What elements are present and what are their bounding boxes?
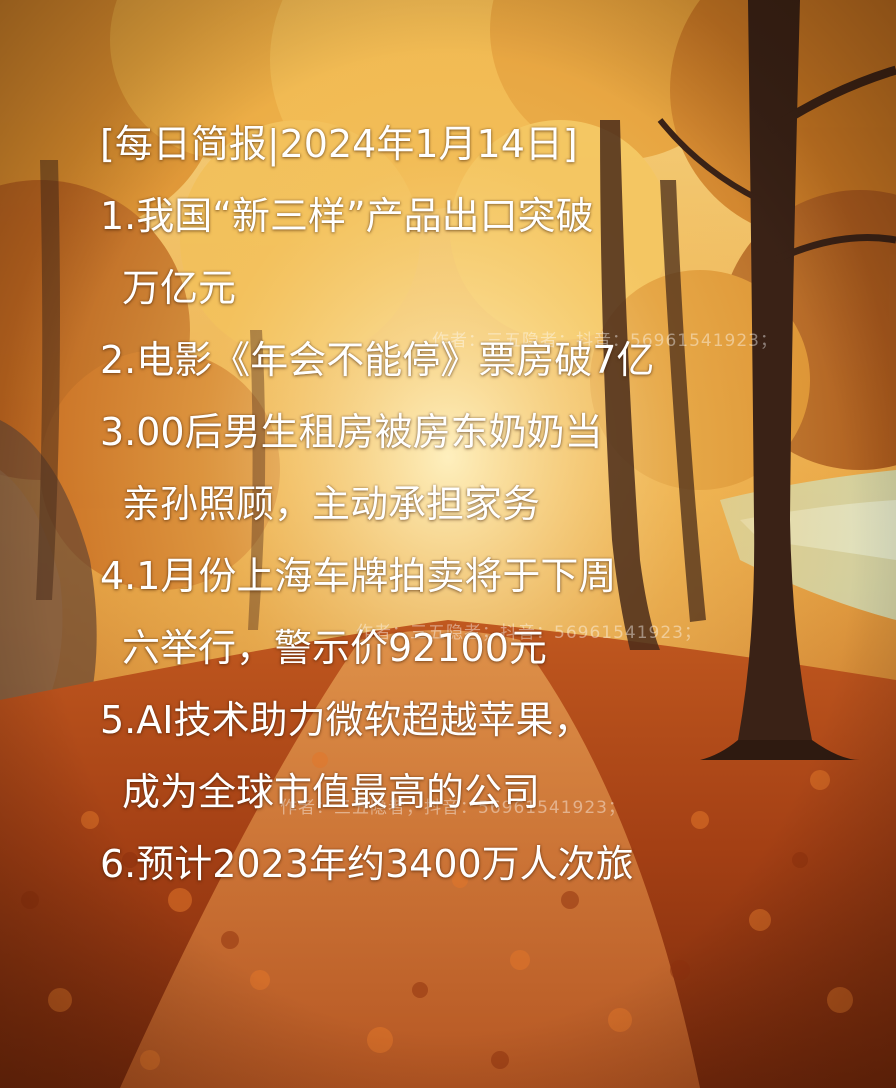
news-line: 亲孙照顾，主动承担家务 (122, 482, 541, 526)
news-line: 万亿元 (122, 266, 237, 310)
news-line: 1.我国“新三样”产品出口突破 (100, 194, 594, 238)
news-item: 1.我国“新三样”产品出口突破 万亿元 (100, 180, 860, 324)
news-line: 成为全球市值最高的公司 (122, 770, 541, 814)
news-line: 5.AI技术助力微软超越苹果， (100, 698, 592, 742)
news-item: 5.AI技术助力微软超越苹果， 成为全球市值最高的公司 (100, 684, 860, 828)
daily-briefing: [每日简报|2024年1月14日] 1.我国“新三样”产品出口突破 万亿元 2.… (100, 108, 860, 900)
news-line: 4.1月份上海车牌拍卖将于下周 (100, 554, 617, 598)
news-item: 2.电影《年会不能停》票房破7亿 (100, 324, 860, 396)
poster: 作者：三五隐者；抖音：56961541923； 作者：三五隐者；抖音：56961… (0, 0, 896, 1088)
news-item: 4.1月份上海车牌拍卖将于下周 六举行，警示价92100元 (100, 540, 860, 684)
briefing-title: [每日简报|2024年1月14日] (100, 122, 578, 166)
news-item: 6.预计2023年约3400万人次旅 (100, 828, 860, 900)
news-line: 6.预计2023年约3400万人次旅 (100, 842, 634, 886)
news-line: 六举行，警示价92100元 (122, 626, 547, 670)
news-item: 3.00后男生租房被房东奶奶当 亲孙照顾，主动承担家务 (100, 396, 860, 540)
news-line: 2.电影《年会不能停》票房破7亿 (100, 338, 655, 382)
news-line: 3.00后男生租房被房东奶奶当 (100, 410, 603, 454)
